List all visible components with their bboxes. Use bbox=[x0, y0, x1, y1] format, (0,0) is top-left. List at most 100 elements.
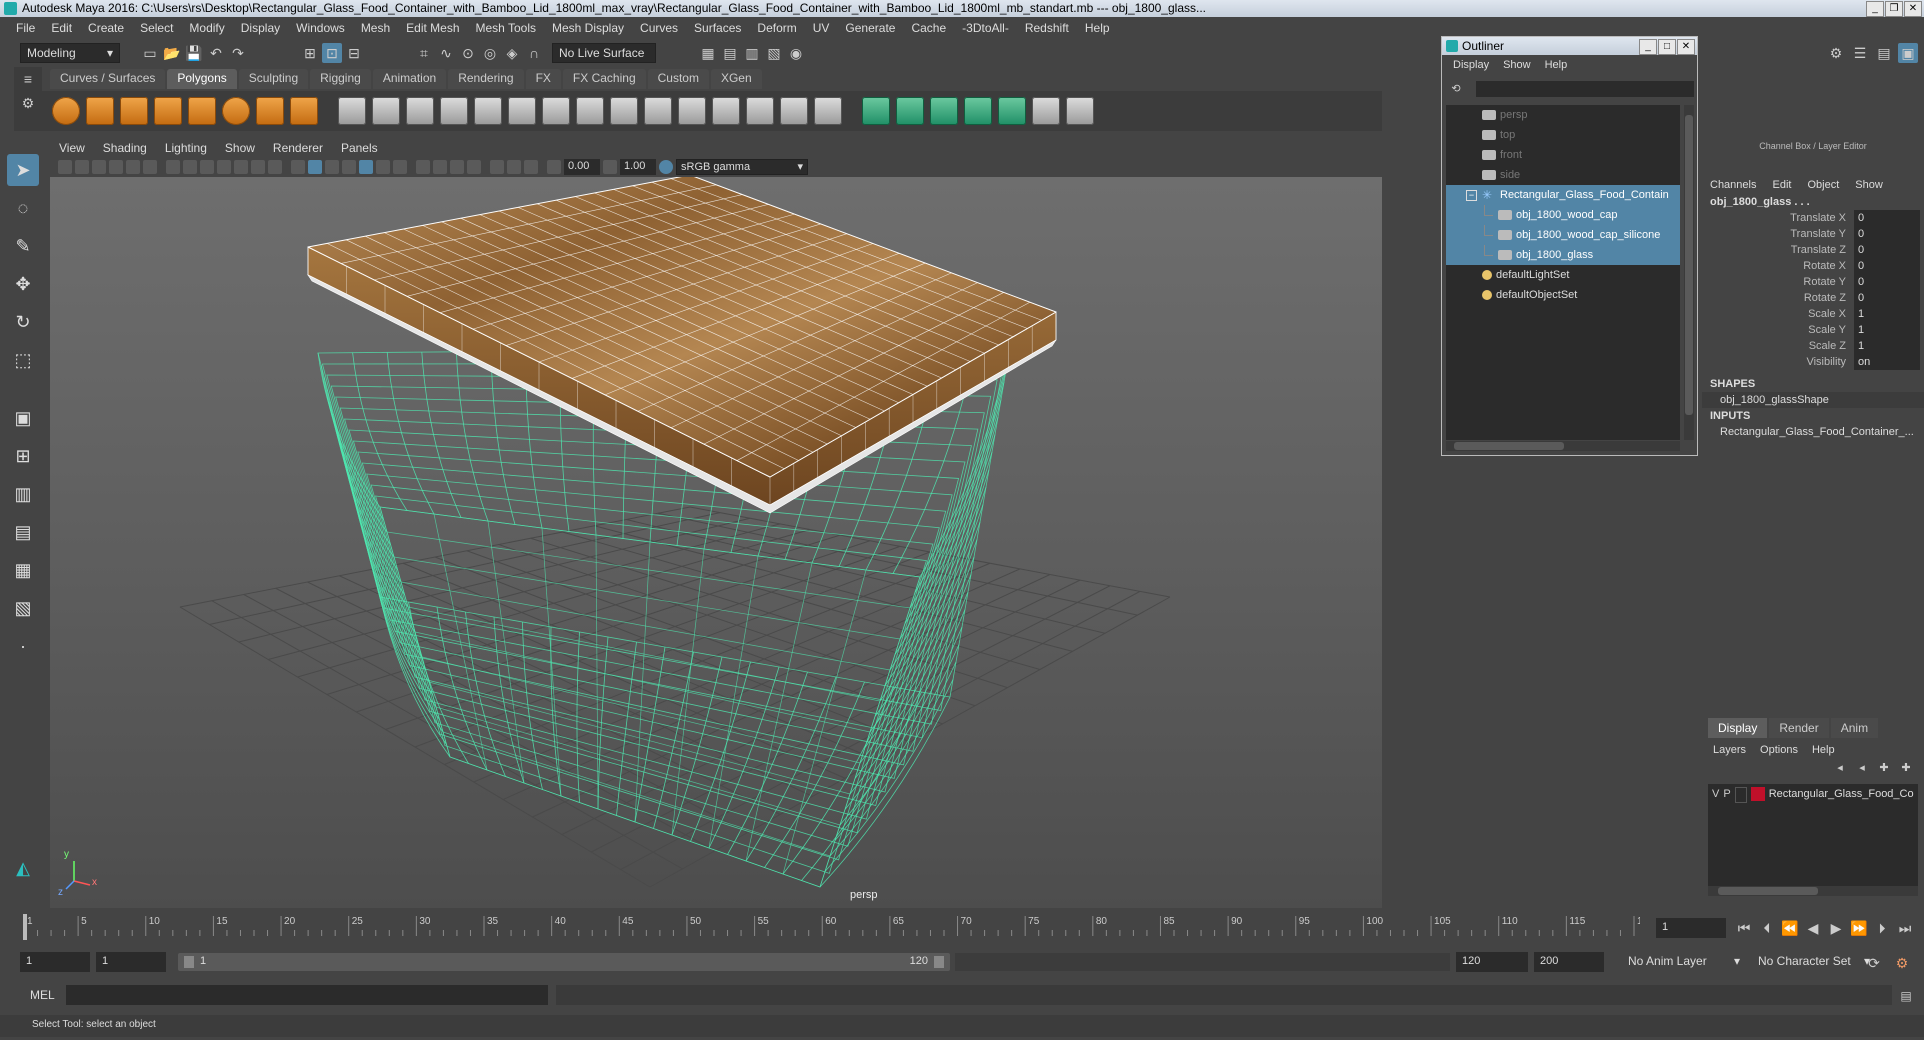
go-to-start-icon[interactable]: ⏮ bbox=[1734, 918, 1754, 938]
go-to-end-icon[interactable]: ⏭ bbox=[1895, 918, 1915, 938]
shelf-tab-curves-surfaces[interactable]: Curves / Surfaces bbox=[50, 69, 166, 89]
shelf-tab-fx[interactable]: FX bbox=[525, 69, 561, 89]
persp-hypershade-layout-icon[interactable]: ▦ bbox=[7, 554, 39, 586]
outliner-item[interactable]: defaultLightSet bbox=[1446, 265, 1680, 285]
current-frame-field[interactable]: 1 bbox=[1656, 918, 1726, 938]
step-back-key-icon[interactable]: ⏪ bbox=[1780, 918, 1800, 938]
uv-editor-icon[interactable] bbox=[1032, 97, 1060, 125]
channel-value-field[interactable]: 0 bbox=[1854, 210, 1920, 226]
scale-tool-icon[interactable]: ⬚ bbox=[7, 344, 39, 376]
menu-mesh-display[interactable]: Mesh Display bbox=[544, 21, 632, 35]
channel-value-field[interactable]: 1 bbox=[1854, 338, 1920, 354]
image-plane-icon[interactable] bbox=[109, 160, 123, 174]
uv-cylindrical-icon[interactable] bbox=[896, 97, 924, 125]
layer-type-toggle[interactable] bbox=[1734, 787, 1747, 803]
channel-value-field[interactable]: 1 bbox=[1854, 306, 1920, 322]
rotate-tool-icon[interactable]: ↻ bbox=[7, 306, 39, 338]
move-layer-down-icon[interactable]: ◂ bbox=[1854, 760, 1870, 776]
hypershade-icon[interactable]: ◉ bbox=[786, 43, 806, 63]
poly-pipe-icon[interactable] bbox=[290, 97, 318, 125]
poly-cone-icon[interactable] bbox=[154, 97, 182, 125]
sculpt-icon[interactable] bbox=[1066, 97, 1094, 125]
scene-end-field[interactable]: 200 bbox=[1534, 952, 1604, 972]
shape-node-item[interactable]: obj_1800_glassShape bbox=[1702, 392, 1924, 408]
input-node-item[interactable]: Rectangular_Glass_Food_Container_... bbox=[1702, 424, 1924, 440]
color-space-dropdown[interactable]: sRGB gamma ▾ bbox=[676, 159, 808, 175]
range-slider-track[interactable] bbox=[955, 953, 1450, 971]
snap-curve-icon[interactable]: ∿ bbox=[436, 43, 456, 63]
menu-mesh[interactable]: Mesh bbox=[353, 21, 398, 35]
outliner-search-input[interactable] bbox=[1476, 81, 1694, 97]
layer-color-swatch[interactable] bbox=[1750, 787, 1765, 801]
xray-joints-icon[interactable] bbox=[507, 160, 521, 174]
collapse-toggle-icon[interactable]: − bbox=[1466, 190, 1477, 201]
shelf-options[interactable]: ≡ ⚙ bbox=[14, 67, 42, 131]
bridge-icon[interactable] bbox=[474, 97, 502, 125]
layer-tab-anim[interactable]: Anim bbox=[1830, 718, 1879, 738]
menu-mesh-tools[interactable]: Mesh Tools bbox=[468, 21, 544, 35]
character-set-dropdown[interactable]: No Character Set ▾ bbox=[1752, 952, 1876, 972]
merge-icon[interactable] bbox=[644, 97, 672, 125]
channel-menu-edit[interactable]: Edit bbox=[1764, 176, 1799, 194]
perspective-viewport[interactable]: y x z persp bbox=[50, 177, 1382, 908]
menu-windows[interactable]: Windows bbox=[288, 21, 353, 35]
select-hierarchy-icon[interactable]: ⊞ bbox=[300, 43, 320, 63]
menu-set-dropdown[interactable]: Modeling ▾ bbox=[20, 43, 120, 63]
tool-settings-icon[interactable]: ▤ bbox=[1874, 43, 1894, 63]
outliner-item[interactable]: persp bbox=[1446, 105, 1680, 125]
play-backward-icon[interactable]: ◀ bbox=[1803, 918, 1823, 938]
playback-start-field[interactable]: 1 bbox=[96, 952, 166, 972]
bookmark-icon[interactable] bbox=[92, 160, 106, 174]
modeling-toolkit-icon[interactable]: ⚙ bbox=[1826, 43, 1846, 63]
shelf-settings-icon[interactable]: ⚙ bbox=[18, 93, 38, 113]
exposure-icon[interactable] bbox=[547, 160, 561, 174]
poly-prism-icon[interactable] bbox=[256, 97, 284, 125]
menu-edit[interactable]: Edit bbox=[43, 21, 80, 35]
mel-label[interactable]: MEL bbox=[30, 988, 55, 1002]
depth-of-field-icon[interactable] bbox=[467, 160, 481, 174]
channel-row-translate-x[interactable]: Translate X 0 bbox=[1702, 210, 1924, 226]
outliner-menu-show[interactable]: Show bbox=[1496, 55, 1538, 75]
step-forward-frame-icon[interactable]: ⏵ bbox=[1872, 918, 1892, 938]
layer-menu-options[interactable]: Options bbox=[1753, 740, 1805, 760]
close-button[interactable]: ✕ bbox=[1904, 1, 1922, 17]
command-input[interactable] bbox=[66, 985, 548, 1005]
channel-value-field[interactable]: 0 bbox=[1854, 242, 1920, 258]
outliner-item[interactable]: side bbox=[1446, 165, 1680, 185]
outliner-item[interactable]: defaultObjectSet bbox=[1446, 285, 1680, 305]
outliner-layout-icon[interactable]: ▧ bbox=[7, 592, 39, 624]
current-time-marker[interactable] bbox=[23, 914, 27, 940]
gamma-icon[interactable] bbox=[603, 160, 617, 174]
new-layer-icon[interactable]: ✚ bbox=[1876, 760, 1892, 776]
menu-help[interactable]: Help bbox=[1077, 21, 1118, 35]
menu-surfaces[interactable]: Surfaces bbox=[686, 21, 749, 35]
shelf-tab-polygons[interactable]: Polygons bbox=[167, 69, 237, 89]
redo-icon[interactable]: ↷ bbox=[228, 43, 248, 63]
target-weld-icon[interactable] bbox=[814, 97, 842, 125]
bamboo-lid-mesh[interactable] bbox=[307, 177, 1057, 514]
range-start-handle[interactable] bbox=[184, 956, 194, 968]
shelf-tab-rendering[interactable]: Rendering bbox=[448, 69, 524, 89]
step-forward-key-icon[interactable]: ⏩ bbox=[1849, 918, 1869, 938]
channel-menu-object[interactable]: Object bbox=[1799, 176, 1847, 194]
poly-cube-icon[interactable] bbox=[86, 97, 114, 125]
menu-edit-mesh[interactable]: Edit Mesh bbox=[398, 21, 467, 35]
two-d-pan-zoom-icon[interactable] bbox=[126, 160, 140, 174]
script-editor-icon[interactable]: ▤ bbox=[1896, 986, 1916, 1006]
layout-more-icon[interactable]: · bbox=[7, 630, 39, 662]
menu-generate[interactable]: Generate bbox=[837, 21, 903, 35]
panel-menu-panels[interactable]: Panels bbox=[332, 139, 387, 157]
step-back-frame-icon[interactable]: ⏴ bbox=[1757, 918, 1777, 938]
select-component-icon[interactable]: ⊟ bbox=[344, 43, 364, 63]
outliner-item[interactable]: front bbox=[1446, 145, 1680, 165]
four-view-layout-icon[interactable]: ⊞ bbox=[7, 440, 39, 472]
channel-row-translate-z[interactable]: Translate Z 0 bbox=[1702, 242, 1924, 258]
minimize-button[interactable]: _ bbox=[1866, 1, 1884, 17]
undo-icon[interactable]: ↶ bbox=[206, 43, 226, 63]
extrude-icon[interactable] bbox=[508, 97, 536, 125]
menu-cache[interactable]: Cache bbox=[903, 21, 954, 35]
safe-title-icon[interactable] bbox=[268, 160, 282, 174]
channel-row-rotate-x[interactable]: Rotate X 0 bbox=[1702, 258, 1924, 274]
live-surface-field[interactable]: No Live Surface bbox=[552, 43, 656, 63]
maximize-button[interactable]: ❐ bbox=[1885, 1, 1903, 17]
